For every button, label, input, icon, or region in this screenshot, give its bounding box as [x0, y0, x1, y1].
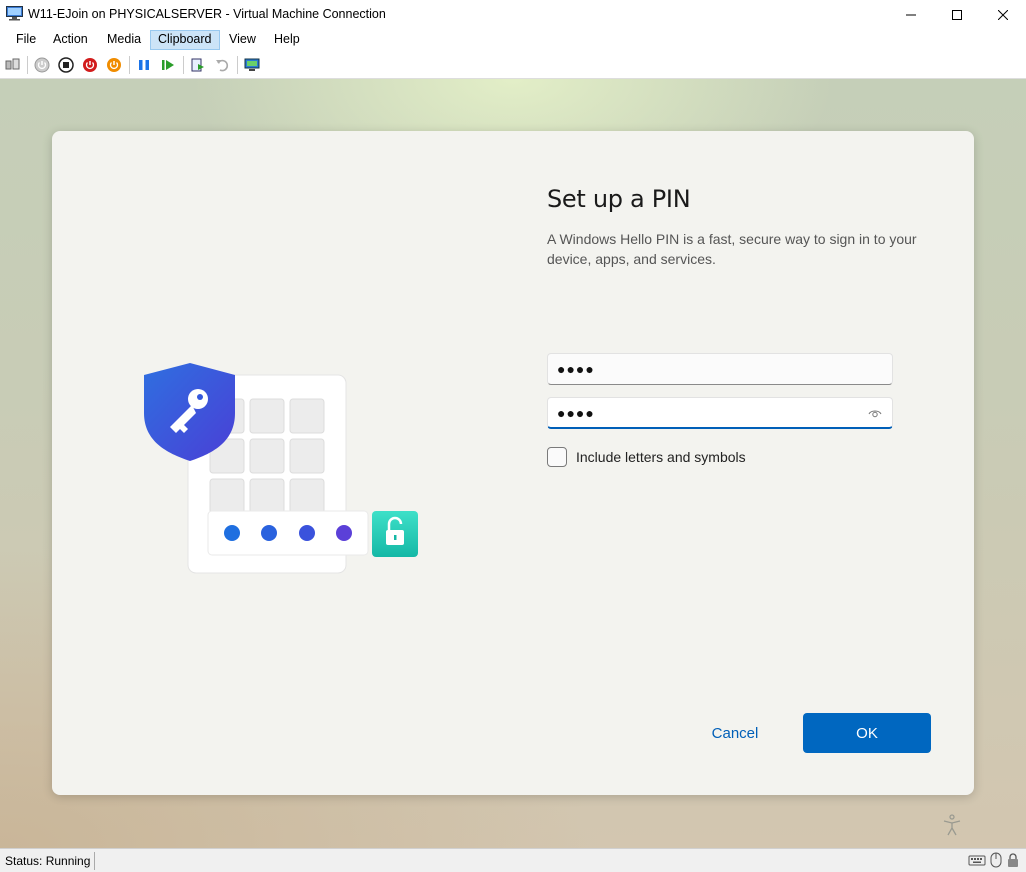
save-button[interactable] [105, 56, 123, 74]
turn-off-button[interactable] [57, 56, 75, 74]
toolbar-separator [183, 56, 184, 74]
menu-bar: File Action Media Clipboard View Help [0, 29, 1026, 51]
confirm-pin-input[interactable]: ●●●● [547, 397, 893, 429]
ok-button[interactable]: OK [803, 713, 931, 753]
confirm-pin-value: ●●●● [557, 405, 595, 421]
accessibility-icon[interactable] [940, 813, 964, 837]
pause-button[interactable] [135, 56, 153, 74]
menu-media[interactable]: Media [100, 30, 148, 50]
vm-display[interactable]: Set up a PIN A Windows Hello PIN is a fa… [0, 79, 1026, 848]
checkpoint-icon [191, 58, 204, 72]
include-letters-label[interactable]: Include letters and symbols [576, 449, 746, 465]
close-icon [998, 9, 1008, 20]
resume-icon [162, 60, 174, 70]
toolbar-separator [129, 56, 130, 74]
toolbar [0, 51, 1026, 79]
minimize-button[interactable] [888, 0, 934, 29]
new-pin-input[interactable]: ●●●● [547, 353, 893, 385]
ctrl-alt-del-button[interactable] [4, 56, 22, 74]
status-icons [968, 852, 1020, 868]
pin-illustration [144, 363, 418, 574]
cancel-button[interactable]: Cancel [697, 713, 773, 753]
menu-view[interactable]: View [222, 30, 263, 50]
mouse-icon [990, 852, 1002, 868]
lock-status-icon [1008, 853, 1018, 867]
dialog-description: A Windows Hello PIN is a fast, secure wa… [547, 231, 917, 267]
include-letters-option[interactable]: Include letters and symbols [547, 446, 746, 468]
pin-setup-dialog: Set up a PIN A Windows Hello PIN is a fa… [52, 131, 974, 795]
status-separator [94, 852, 95, 870]
shut-down-icon [83, 58, 97, 72]
turn-off-icon [58, 57, 74, 73]
menu-action[interactable]: Action [46, 30, 95, 50]
status-text: Status: Running [5, 854, 91, 868]
menu-file[interactable]: File [9, 30, 43, 50]
resume-button[interactable] [159, 56, 177, 74]
enhanced-session-icon [244, 58, 260, 71]
close-button[interactable] [980, 0, 1026, 29]
toolbar-separator [237, 56, 238, 74]
vm-connection-icon [6, 6, 23, 21]
keyboard-icon [968, 855, 986, 866]
ctrl-alt-del-icon [5, 58, 20, 70]
menu-help[interactable]: Help [267, 30, 307, 50]
reveal-eye-icon[interactable] [868, 407, 882, 419]
maximize-button[interactable] [934, 0, 980, 29]
enhanced-session-button[interactable] [243, 56, 261, 74]
shut-down-button[interactable] [81, 56, 99, 74]
status-bar: Status: Running [0, 848, 1026, 872]
checkpoint-button[interactable] [189, 56, 207, 74]
new-pin-value: ●●●● [557, 361, 595, 377]
toolbar-separator [27, 56, 28, 74]
start-button[interactable] [33, 56, 51, 74]
maximize-icon [952, 9, 962, 20]
menu-clipboard[interactable]: Clipboard [150, 30, 220, 50]
minimize-icon [906, 14, 916, 15]
revert-button[interactable] [213, 56, 231, 74]
dialog-heading: Set up a PIN [547, 185, 691, 213]
revert-icon [216, 59, 229, 72]
save-icon [107, 58, 121, 72]
window-title: W11-EJoin on PHYSICALSERVER - Virtual Ma… [28, 7, 386, 21]
start-icon [34, 57, 50, 73]
include-letters-checkbox[interactable] [547, 447, 567, 467]
title-bar: W11-EJoin on PHYSICALSERVER - Virtual Ma… [0, 0, 1026, 29]
pause-icon [139, 60, 149, 70]
